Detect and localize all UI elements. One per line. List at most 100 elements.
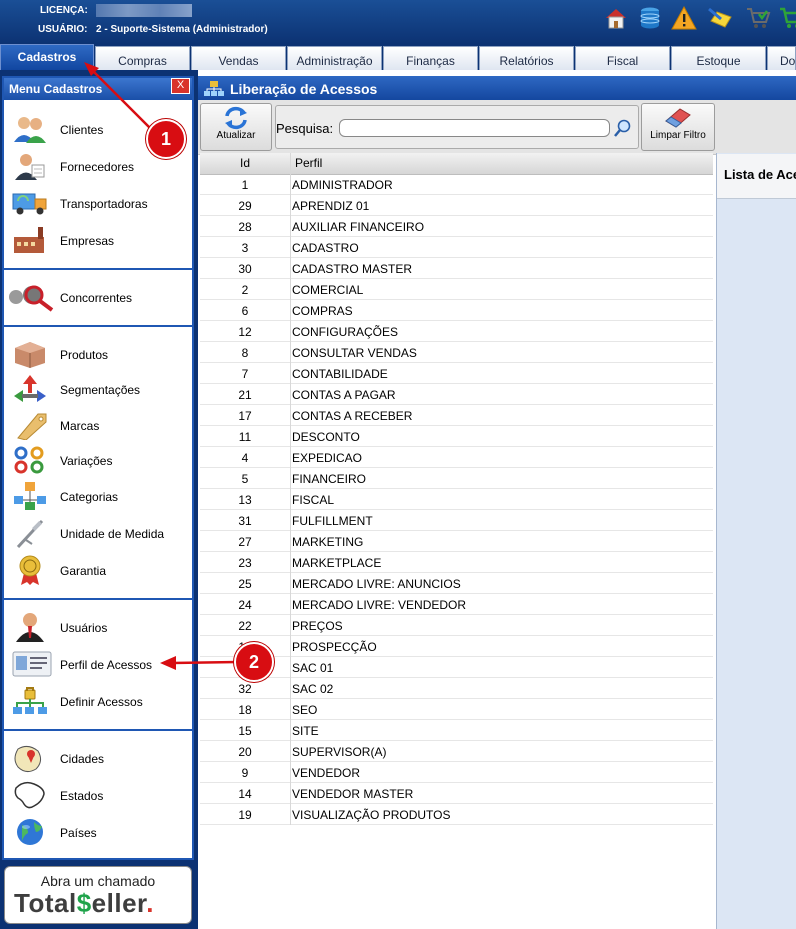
menu-separator [4,325,192,327]
table-row[interactable]: 3 CADASTRO [200,237,713,258]
menu-item-usuarios[interactable]: Usuários [60,621,107,635]
menu-item-fornecedores[interactable]: Fornecedores [60,160,134,174]
table-row[interactable]: 18 SEO [200,699,713,720]
tab-administracao[interactable]: Administração [287,46,382,70]
totalseller-logo: Total$eller. [14,888,154,919]
table-row[interactable]: 11 DESCONTO [200,426,713,447]
table-row[interactable]: 7 CONTABILIDADE [200,363,713,384]
table-row[interactable]: 23 MARKETPLACE [200,552,713,573]
cell-id: 15 [238,724,252,738]
menu-item-variacoes[interactable]: Variações [60,454,112,468]
menu-item-cidades[interactable]: Cidades [60,752,104,766]
table-row[interactable]: 19 VISUALIZAÇÃO PRODUTOS [200,804,713,825]
database-icon[interactable] [637,5,663,31]
callout-badge-1: 1 [146,119,186,159]
globe-icon [17,819,43,845]
column-header-perfil[interactable]: Perfil [295,156,322,170]
menu-item-marcas[interactable]: Marcas [60,419,99,433]
menu-item-perfil-de-acessos[interactable]: Perfil de Acessos [60,658,152,672]
table-row[interactable]: 15 SITE [200,720,713,741]
table-row[interactable]: 8 CONSULTAR VENDAS [200,342,713,363]
menu-item-unidade-de-medida[interactable]: Unidade de Medida [60,527,164,541]
table-row[interactable]: 28 AUXILIAR FINANCEIRO [200,216,713,237]
cell-id: 14 [238,787,252,801]
menu-item-categorias[interactable]: Categorias [60,490,118,504]
table-row[interactable]: 9 VENDEDOR [200,762,713,783]
table-row[interactable]: 6 COMPRAS [200,300,713,321]
table-row[interactable]: 32 SAC 02 [200,678,713,699]
tab-vendas[interactable]: Vendas [191,46,286,70]
shopping-cart-icon[interactable] [778,5,796,31]
cell-id: 3 [241,241,249,255]
menu-item-definir-acessos[interactable]: Definir Acessos [60,695,143,709]
warning-icon[interactable] [671,5,697,31]
cell-id: 31 [238,514,252,528]
table-row[interactable]: 27 MARKETING [200,531,713,552]
cart-icon[interactable] [745,5,771,31]
menu-item-produtos[interactable]: Produtos [60,348,108,362]
cell-perfil: AUXILIAR FINANCEIRO [292,220,425,234]
search-input[interactable] [339,119,610,137]
cell-perfil: SUPERVISOR(A) [292,745,387,759]
broom-clean-icon[interactable] [707,5,733,31]
menu-item-garantia[interactable]: Garantia [60,564,106,578]
cell-perfil: COMPRAS [292,304,353,318]
column-divider [290,153,291,825]
cell-perfil: SAC 02 [292,682,334,696]
menu-item-concorrentes[interactable]: Concorrentes [60,291,132,305]
menu-item-empresas[interactable]: Empresas [60,234,114,248]
table-row[interactable]: 5 FINANCEIRO [200,468,713,489]
table-row[interactable]: 20 SUPERVISOR(A) [200,741,713,762]
table-row[interactable]: 25 MERCADO LIVRE: ANUNCIOS [200,573,713,594]
menu-item-transportadoras[interactable]: Transportadoras [60,197,148,211]
search-icon[interactable] [613,118,633,138]
table-row[interactable]: 1 ADMINISTRADOR [200,174,713,195]
menu-item-estados[interactable]: Estados [60,789,103,803]
cell-id: 5 [241,472,249,486]
cell-id: 24 [238,598,252,612]
cell-perfil: MARKETING [292,535,364,549]
cell-id: 9 [241,766,249,780]
cell-perfil: CADASTRO [292,241,359,255]
cell-perfil: VISUALIZAÇÃO PRODUTOS [292,808,451,822]
table-row[interactable]: 17 CONTAS A RECEBER [200,405,713,426]
cell-perfil: APRENDIZ 01 [292,199,370,213]
table-row[interactable]: 2 COMERCIAL [200,279,713,300]
home-icon[interactable] [603,5,629,31]
table-row[interactable]: 12 CONFIGURAÇÕES [200,321,713,342]
variations-icon [14,446,44,474]
table-row[interactable]: 31 FULFILLMENT [200,510,713,531]
cell-id: 23 [238,556,252,570]
table-row[interactable]: 21 CONTAS A PAGAR [200,384,713,405]
table-row[interactable]: 29 APRENDIZ 01 [200,195,713,216]
menu-item-segmentacoes[interactable]: Segmentações [60,383,140,397]
cell-perfil: EXPEDICAO [292,451,363,465]
menu-item-paises[interactable]: Países [60,826,97,840]
logo-total: Total [14,888,77,918]
tab-cadastros[interactable]: Cadastros [0,44,94,70]
tab-fiscal[interactable]: Fiscal [575,46,670,70]
column-header-id[interactable]: Id [240,156,250,170]
table-row[interactable]: 22 PREÇOS [200,615,713,636]
city-map-icon [14,745,42,773]
tab-estoque[interactable]: Estoque [671,46,766,70]
menu-item-clientes[interactable]: Clientes [60,123,103,137]
search-label: Pesquisa: [276,121,334,136]
table-row[interactable]: 13 FISCAL [200,489,713,510]
cell-id: 12 [238,325,252,339]
table-row[interactable]: 30 CADASTRO MASTER [200,258,713,279]
tab-do-truncated[interactable]: Do [767,46,796,70]
cell-perfil: CONTAS A PAGAR [292,388,396,402]
tab-relatorios[interactable]: Relatórios [479,46,574,70]
menu-close-button[interactable]: X [171,78,190,94]
tab-compras[interactable]: Compras [95,46,190,70]
table-row[interactable]: 14 VENDEDOR MASTER [200,783,713,804]
table-row[interactable]: 16PROSPECÇÃO [200,636,713,657]
cell-perfil: CONTABILIDADE [292,367,388,381]
tab-financas[interactable]: Finanças [383,46,478,70]
table-row[interactable]: 24 MERCADO LIVRE: VENDEDOR [200,594,713,615]
table-row[interactable]: 26SAC 01 [200,657,713,678]
eraser-icon [665,108,691,128]
cell-perfil: SAC 01 [292,661,334,675]
table-row[interactable]: 4 EXPEDICAO [200,447,713,468]
